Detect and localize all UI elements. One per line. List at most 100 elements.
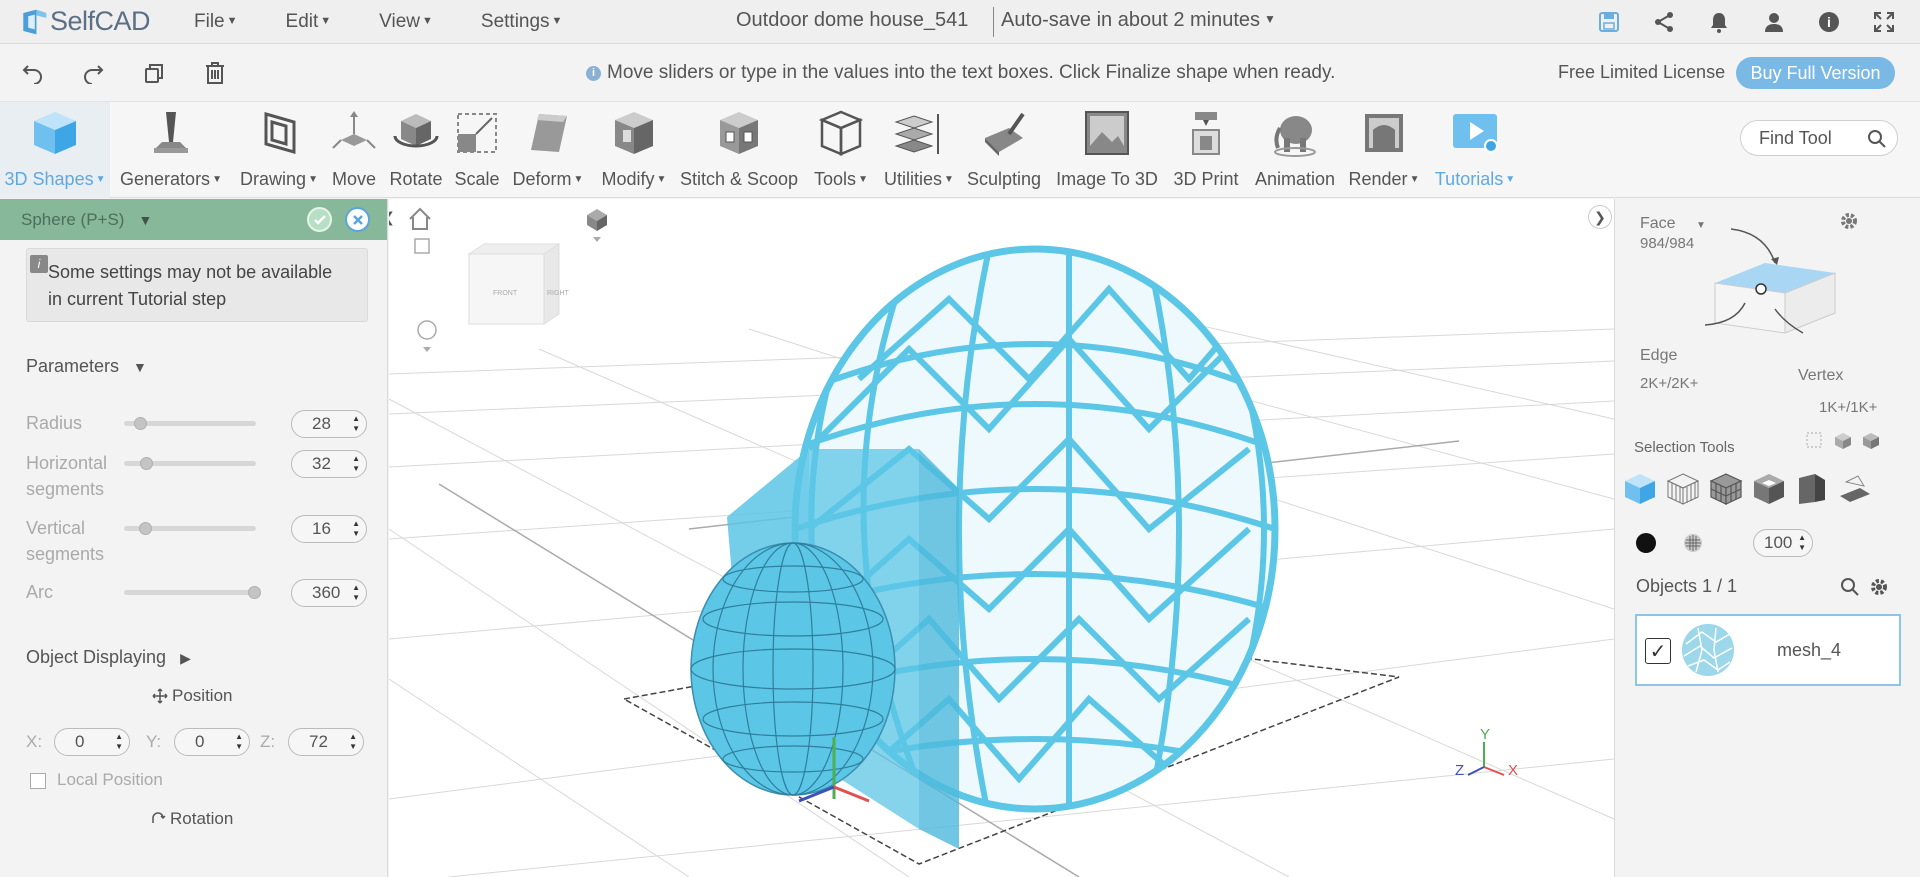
undo-icon[interactable]: [20, 60, 46, 86]
top-actions: i: [1568, 8, 1898, 36]
tool-generators[interactable]: Generators ▼: [115, 102, 227, 198]
home-icon: [409, 207, 431, 230]
search-icon[interactable]: [1840, 577, 1860, 602]
tool-scale[interactable]: Scale: [450, 102, 504, 198]
vertex-label[interactable]: Vertex: [1798, 367, 1843, 385]
select-all-icon[interactable]: [1861, 431, 1881, 456]
tool-drawing[interactable]: Drawing ▼: [234, 102, 324, 198]
notice-text: Some settings may not be available in cu…: [48, 262, 333, 309]
tool-rotate[interactable]: Rotate: [386, 102, 446, 198]
radius-input[interactable]: 28 ▲ ▼: [291, 410, 367, 438]
save-icon[interactable]: [1595, 8, 1623, 36]
face-mode-dropdown[interactable]: Face ▼: [1640, 215, 1706, 233]
vertical-segments-input[interactable]: 16 ▲ ▼: [291, 515, 367, 543]
select-grid-icon[interactable]: [1708, 471, 1744, 507]
redo-icon[interactable]: [80, 60, 106, 86]
chevron-down-icon: ▼: [95, 174, 106, 185]
tool-animation[interactable]: Animation: [1246, 102, 1344, 198]
fit-view-icon: [414, 238, 430, 254]
select-plane-icon[interactable]: [1837, 471, 1873, 507]
notifications-bell-icon[interactable]: [1705, 8, 1733, 36]
selection-mode-cube-illustration[interactable]: [1705, 213, 1875, 353]
tool-modify[interactable]: Modify ▼: [594, 102, 674, 198]
help-info-icon[interactable]: i: [1815, 8, 1843, 36]
opacity-input[interactable]: 100 ▲ ▼: [1753, 529, 1813, 557]
tool-utilities[interactable]: Utilities ▼: [878, 102, 960, 198]
view-cube-right-label: RIGHT: [547, 290, 570, 297]
copy-icon[interactable]: [141, 60, 167, 86]
select-face-icon[interactable]: [1794, 471, 1830, 507]
tool-image-to-3d[interactable]: Image To 3D: [1050, 102, 1164, 198]
fullscreen-icon[interactable]: [1870, 8, 1898, 36]
app-logo[interactable]: SelfCAD: [20, 5, 151, 39]
search-icon[interactable]: [1867, 129, 1887, 154]
axis-x-label: X: [1508, 762, 1518, 779]
arc-input[interactable]: 360 ▲ ▼: [291, 579, 367, 607]
select-box-icon[interactable]: [1805, 431, 1825, 456]
menu-file[interactable]: File ▼: [194, 11, 238, 33]
move-arrows-icon: [327, 106, 381, 160]
tool-deform[interactable]: Deform ▼: [506, 102, 590, 198]
gear-icon[interactable]: [1869, 577, 1889, 602]
axis-gizmo: [1467, 742, 1505, 776]
position-x-input[interactable]: 0 ▲ ▼: [54, 728, 130, 756]
selfcad-logo-icon: [23, 9, 47, 34]
edge-label[interactable]: Edge: [1640, 347, 1677, 365]
material-color-swatch[interactable]: [1636, 533, 1656, 553]
chevron-down-icon: ▼: [1264, 12, 1276, 26]
tool-3d-shapes[interactable]: 3D Shapes ▼: [0, 102, 110, 198]
menu-settings[interactable]: Settings ▼: [481, 11, 563, 33]
position-y-input[interactable]: 0 ▲ ▼: [174, 728, 250, 756]
tool-tools[interactable]: Tools ▼: [806, 102, 876, 198]
title-divider: [993, 7, 994, 37]
tool-3d-print[interactable]: 3D Print: [1166, 102, 1246, 198]
tool-move[interactable]: Move: [326, 102, 382, 198]
selection-panel: Face ▼ 984/984 Edge 2K+/2K+ Vertex 1K+/1…: [1614, 199, 1920, 877]
finalize-check-button[interactable]: [307, 207, 332, 232]
parameters-section[interactable]: Parameters ▼: [26, 356, 147, 377]
horizontal-segments-input[interactable]: 32 ▲ ▼: [291, 450, 367, 478]
object-displaying-section[interactable]: Object Displaying ▶: [26, 647, 191, 668]
axis-y-label: Y: [1480, 726, 1490, 743]
tool-tutorials[interactable]: Tutorials ▼: [1424, 102, 1526, 198]
menu-view[interactable]: View ▼: [379, 11, 433, 33]
autosave-status[interactable]: Auto-save in about 2 minutes ▼: [1001, 9, 1276, 32]
tool-stitch-scoop[interactable]: Stitch & Scoop: [676, 102, 802, 198]
vertex-count: 1K+/1K+: [1819, 399, 1878, 416]
object-list-item[interactable]: ✓ mesh_4: [1635, 614, 1901, 686]
vertical-segments-slider[interactable]: [124, 522, 256, 535]
local-position-checkbox[interactable]: [30, 773, 46, 789]
chevron-right-icon: ▶: [180, 650, 191, 666]
find-tool-search[interactable]: Find Tool: [1740, 120, 1898, 156]
radius-slider[interactable]: [124, 417, 256, 430]
user-account-icon[interactable]: [1760, 8, 1788, 36]
object-visibility-checkbox[interactable]: ✓: [1645, 638, 1671, 664]
document-title[interactable]: Outdoor dome house_541: [736, 9, 968, 32]
select-solid-icon[interactable]: [1751, 471, 1787, 507]
chevron-down-icon[interactable]: ▼: [138, 212, 152, 228]
select-wire-icon[interactable]: [1665, 471, 1701, 507]
share-icon[interactable]: [1650, 8, 1678, 36]
horizontal-segments-slider[interactable]: [124, 457, 256, 470]
chevron-down-icon: ▼: [422, 14, 433, 27]
svg-text:i: i: [1827, 14, 1831, 30]
tool-render[interactable]: Render ▼: [1346, 102, 1422, 198]
position-z-input[interactable]: 72 ▲ ▼: [288, 728, 364, 756]
position-label: Position: [152, 686, 232, 706]
edge-count: 2K+/2K+: [1640, 375, 1699, 392]
texture-pattern-icon[interactable]: [1683, 533, 1703, 558]
cancel-close-button[interactable]: [345, 207, 370, 232]
object-thumbnail: [1682, 624, 1734, 676]
arc-slider[interactable]: [124, 586, 261, 599]
menu-edit[interactable]: Edit ▼: [286, 11, 332, 33]
collapse-right-panel-button[interactable]: ❯: [1588, 205, 1612, 229]
select-object-icon[interactable]: [1622, 471, 1658, 507]
tool-sculpting[interactable]: Sculpting: [962, 102, 1046, 198]
scene-canvas[interactable]: FRONT RIGHT Y X Z: [389, 199, 1614, 877]
3d-viewport[interactable]: FRONT RIGHT Y X Z ❮ ❯: [389, 199, 1614, 877]
cube-icon: [28, 106, 82, 160]
face-count: 984/984: [1640, 235, 1695, 252]
select-cube-icon[interactable]: [1833, 431, 1853, 456]
delete-trash-icon[interactable]: [202, 60, 228, 86]
buy-full-version-button[interactable]: Buy Full Version: [1736, 57, 1895, 89]
